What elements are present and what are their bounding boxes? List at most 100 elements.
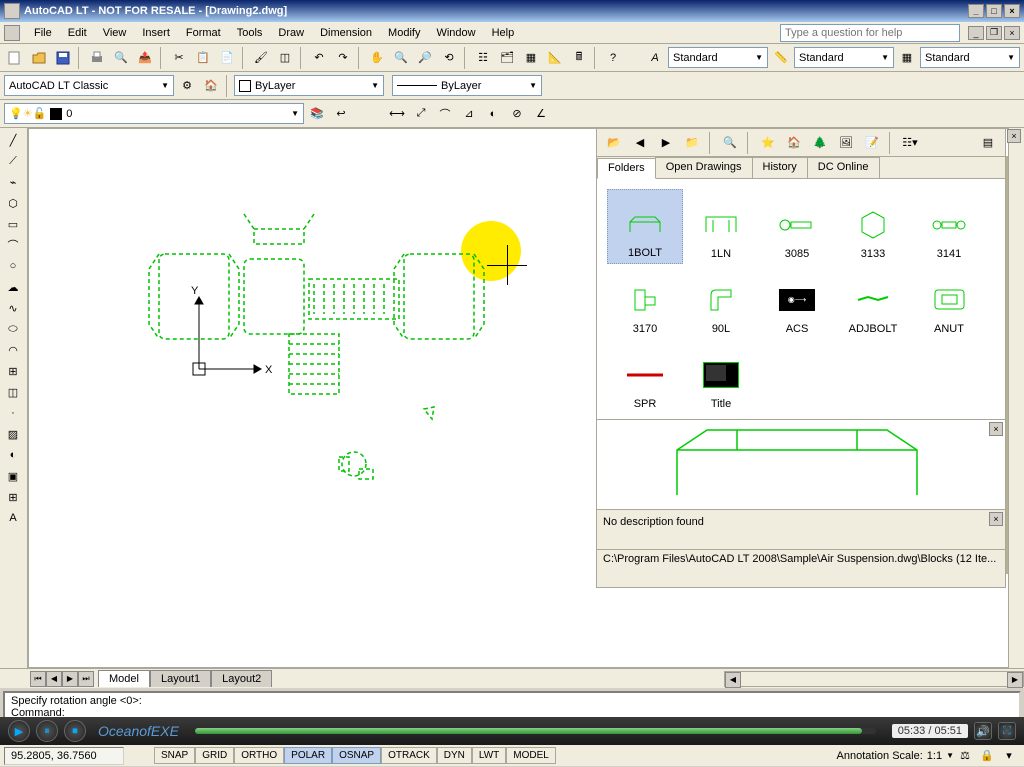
player-vol-icon[interactable]: 🔊	[974, 722, 992, 740]
tab-last[interactable]: ⏭	[78, 671, 94, 687]
workspace-settings-icon[interactable]: ⚙	[176, 75, 198, 97]
annotation-scale[interactable]: 1:1	[927, 750, 942, 762]
dc-search-icon[interactable]: 🔍	[719, 132, 741, 154]
calc-icon[interactable]: 🖩	[568, 47, 590, 69]
status-snap[interactable]: SNAP	[154, 747, 195, 764]
dc-tab-open[interactable]: Open Drawings	[655, 157, 753, 178]
dimstyle-dropdown[interactable]: Standard▼	[794, 47, 894, 68]
dc-content[interactable]: 1BOLT 1LN 3085 3133 3141 3170 90L ◉⟶ACS …	[597, 179, 1005, 419]
dc-item-spr[interactable]: SPR	[607, 339, 683, 414]
menu-help[interactable]: Help	[484, 25, 523, 41]
revcloud-icon[interactable]: ☁	[2, 277, 24, 297]
status-polar[interactable]: POLAR	[284, 747, 332, 764]
preview-icon[interactable]: 🔍	[110, 47, 132, 69]
dc-item-90l[interactable]: 90L	[683, 264, 759, 339]
dc-item-3141[interactable]: 3141	[911, 189, 987, 264]
dim-radius-icon[interactable]: ◐	[482, 103, 504, 125]
dim-aligned-icon[interactable]: ⤢	[410, 103, 432, 125]
menu-edit[interactable]: Edit	[60, 25, 95, 41]
tab-layout2[interactable]: Layout2	[211, 670, 272, 687]
menu-dimension[interactable]: Dimension	[312, 25, 380, 41]
layer-dropdown[interactable]: 💡 ☀ 🔓 0 ▼	[4, 103, 304, 124]
workspace-toggle-icon[interactable]: 🏠	[200, 75, 222, 97]
ellipsearc-icon[interactable]: ◠	[2, 340, 24, 360]
hatch-icon[interactable]: ▨	[2, 424, 24, 444]
menu-tools[interactable]: Tools	[229, 25, 271, 41]
redo-icon[interactable]: ↷	[332, 47, 354, 69]
dimstyle-icon[interactable]: 📏	[770, 47, 792, 69]
tablestyle-dropdown[interactable]: Standard▼	[920, 47, 1020, 68]
dim-arc-icon[interactable]: ⌒	[434, 103, 456, 125]
toolpalette-icon[interactable]: ▦	[520, 47, 542, 69]
region-icon[interactable]: ▣	[2, 466, 24, 486]
mtext-icon[interactable]: A	[2, 508, 24, 528]
scale-dropdown-icon[interactable]: ▼	[946, 751, 954, 760]
tab-next[interactable]: ▶	[62, 671, 78, 687]
pause-button[interactable]: ⏸	[36, 720, 58, 742]
status-lwt[interactable]: LWT	[472, 747, 506, 764]
status-grid[interactable]: GRID	[195, 747, 234, 764]
dc-desc-close[interactable]: ×	[989, 512, 1003, 526]
zoom-window-icon[interactable]: 🔎	[414, 47, 436, 69]
dc-tab-folders[interactable]: Folders	[597, 158, 656, 179]
publish-icon[interactable]: 📤	[134, 47, 156, 69]
play-button[interactable]: ▶	[8, 720, 30, 742]
doc-minimize[interactable]: _	[968, 26, 984, 40]
dc-preview-icon[interactable]: 🖼	[835, 132, 857, 154]
dc-item-3170[interactable]: 3170	[607, 264, 683, 339]
menu-modify[interactable]: Modify	[380, 25, 428, 41]
dc-load-icon[interactable]: 📂	[603, 132, 625, 154]
status-tray-icon[interactable]: ▾	[998, 745, 1020, 767]
xline-icon[interactable]: ⟋	[2, 151, 24, 171]
dim-angular-icon[interactable]: ∠	[530, 103, 552, 125]
dc-favorites-icon[interactable]: ⭐	[757, 132, 779, 154]
dc-autohide-icon[interactable]: ▤	[977, 132, 999, 154]
help-search[interactable]	[780, 24, 960, 42]
zoom-prev-icon[interactable]: ⟲	[438, 47, 460, 69]
tab-prev[interactable]: ◀	[46, 671, 62, 687]
rectangle-icon[interactable]: ▭	[2, 214, 24, 234]
dc-item-1bolt[interactable]: 1BOLT	[607, 189, 683, 264]
spline-icon[interactable]: ∿	[2, 298, 24, 318]
minimize-button[interactable]: _	[968, 4, 984, 18]
workspace-dropdown[interactable]: AutoCAD LT Classic▼	[4, 75, 174, 96]
menu-format[interactable]: Format	[178, 25, 229, 41]
menu-view[interactable]: View	[95, 25, 135, 41]
polyline-icon[interactable]: ⌁	[2, 172, 24, 192]
menu-file[interactable]: File	[26, 25, 60, 41]
tablestyle-icon[interactable]: ▦	[896, 47, 918, 69]
doc-close[interactable]: ×	[1004, 26, 1020, 40]
dc-close-button[interactable]: ×	[1007, 129, 1021, 143]
status-osnap[interactable]: OSNAP	[332, 747, 381, 764]
dc-item-adjbolt[interactable]: ADJBOLT	[835, 264, 911, 339]
status-coords[interactable]: 95.2805, 36.7560	[4, 747, 124, 765]
annotation-visibility-icon[interactable]: ⚖	[954, 745, 976, 767]
copy-icon[interactable]: 📋	[192, 47, 214, 69]
new-icon[interactable]	[4, 47, 26, 69]
status-model[interactable]: MODEL	[506, 747, 556, 764]
doc-restore[interactable]: ❐	[986, 26, 1002, 40]
dc-preview-close[interactable]: ×	[989, 422, 1003, 436]
maximize-button[interactable]: □	[986, 4, 1002, 18]
dc-item-acs[interactable]: ◉⟶ACS	[759, 264, 835, 339]
point-icon[interactable]: ·	[2, 403, 24, 423]
player-full-icon[interactable]: ⛶	[998, 722, 1016, 740]
dc-home-icon[interactable]: 🏠	[783, 132, 805, 154]
dc-views-icon[interactable]: ☷▾	[899, 132, 921, 154]
gradient-icon[interactable]: ◐	[2, 445, 24, 465]
pan-icon[interactable]: ✋	[366, 47, 388, 69]
open-icon[interactable]	[28, 47, 50, 69]
textstyle-dropdown[interactable]: Standard▼	[668, 47, 768, 68]
markup-icon[interactable]: 📐	[544, 47, 566, 69]
linetype-dropdown[interactable]: ByLayer▼	[392, 75, 542, 96]
print-icon[interactable]	[86, 47, 108, 69]
makeblock-icon[interactable]: ◫	[2, 382, 24, 402]
dc-up-icon[interactable]: 📁	[681, 132, 703, 154]
paste-icon[interactable]: 📄	[216, 47, 238, 69]
layerprev-icon[interactable]: ↩	[330, 103, 352, 125]
properties-icon[interactable]: ☷	[472, 47, 494, 69]
undo-icon[interactable]: ↶	[308, 47, 330, 69]
dc-tab-online[interactable]: DC Online	[807, 157, 880, 178]
designcenter-icon[interactable]: 🗂	[496, 47, 518, 69]
dc-back-icon[interactable]: ◀	[629, 132, 651, 154]
